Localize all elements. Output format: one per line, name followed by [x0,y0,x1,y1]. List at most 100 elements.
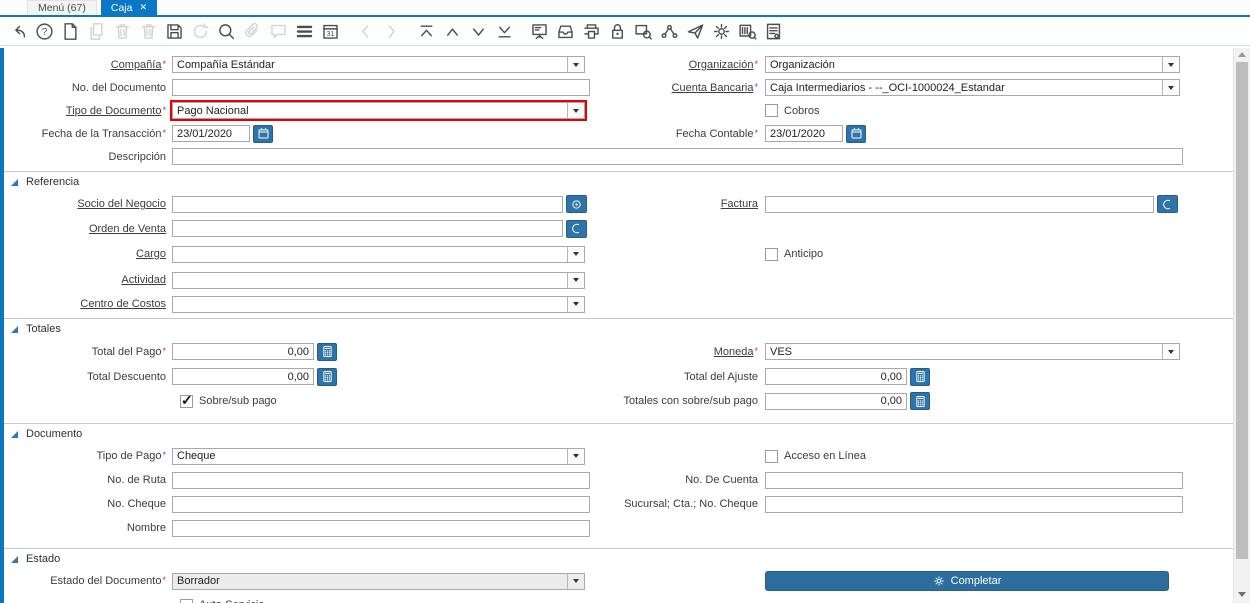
compania-select[interactable]: Compañía Estándar [172,56,585,73]
factura-search-button[interactable] [1157,195,1178,213]
tab-caja[interactable]: Caja ✕ [100,0,158,15]
grid-toggle-button[interactable] [291,19,317,43]
total-pago-calculator-button[interactable] [317,342,337,361]
collapse-icon[interactable] [11,555,18,563]
orden-venta-input[interactable] [172,220,563,237]
fecha-contable-label: Fecha Contable [675,127,754,140]
tipo-documento-select[interactable]: Pago Nacional [172,102,585,119]
no-cuenta-input[interactable] [765,471,1183,489]
actividad-select[interactable] [172,271,585,289]
find-button[interactable] [213,19,239,43]
form-button[interactable] [526,19,552,43]
fecha-transaccion-calendar-button[interactable] [253,124,273,143]
chevron-down-icon[interactable] [1162,344,1179,359]
vertical-scrollbar[interactable] [1233,48,1250,603]
centro-costos-label[interactable]: Centro de Costos [80,298,166,310]
chevron-down-icon[interactable] [1162,57,1179,72]
section-documento[interactable]: Documento [4,423,1233,444]
organizacion-label[interactable]: Organización [689,59,754,71]
organizacion-select[interactable]: Organización [765,56,1180,73]
moneda-label[interactable]: Moneda [714,346,754,358]
workflow-button[interactable] [656,19,682,43]
tab-menu[interactable]: Menú (67) [27,0,97,15]
chevron-down-icon[interactable] [567,272,584,288]
totales-sobre-calculator-button[interactable] [910,392,930,410]
moneda-select[interactable]: VES [765,343,1180,360]
orden-venta-search-button[interactable] [566,219,587,238]
first-record-button[interactable] [413,19,439,43]
close-icon[interactable]: ✕ [139,3,147,12]
cargo-label[interactable]: Cargo [136,248,166,260]
nombre-input[interactable] [172,519,590,537]
cobros-checkbox[interactable] [765,104,778,117]
descripcion-input[interactable] [172,148,1183,165]
zoom-across-button[interactable] [630,19,656,43]
collapse-icon[interactable] [11,325,18,333]
section-estado[interactable]: Estado [4,548,1233,569]
last-record-button[interactable] [491,19,517,43]
scroll-up-icon[interactable] [1234,48,1250,61]
fecha-contable-input[interactable] [765,125,843,142]
sobre-sub-pago-checkbox[interactable] [180,392,193,409]
cuenta-bancaria-label[interactable]: Cuenta Bancaria [672,82,754,94]
preferences-button[interactable] [708,19,734,43]
total-ajuste-input[interactable] [765,368,907,385]
chevron-down-icon[interactable] [567,296,584,312]
cargo-select[interactable] [172,245,585,263]
section-referencia[interactable]: Referencia [4,171,1233,192]
send-request-button[interactable] [682,19,708,43]
factura-input[interactable] [765,195,1154,213]
compania-label[interactable]: Compañía [111,59,162,71]
chevron-down-icon[interactable] [1162,80,1179,95]
tipo-documento-label[interactable]: Tipo de Documento [66,105,162,117]
report-button[interactable] [760,19,786,43]
no-documento-input[interactable] [172,79,590,96]
chevron-down-icon[interactable] [567,57,584,72]
scrollbar-thumb[interactable] [1236,62,1248,559]
collapse-icon[interactable] [11,178,18,186]
scroll-down-icon[interactable] [1234,588,1250,601]
collapse-icon[interactable] [11,430,18,438]
anticipo-checkbox[interactable] [765,247,778,261]
estado-documento-select[interactable]: Borrador [172,572,585,590]
process-icon [738,24,757,40]
chevron-down-icon[interactable] [567,246,584,262]
acceso-linea-checkbox[interactable] [765,449,778,463]
cuenta-bancaria-select[interactable]: Caja Intermediarios - --_OCI-1000024_Est… [765,79,1180,96]
lock-button[interactable] [604,19,630,43]
tipo-pago-select[interactable]: Cheque [172,447,585,465]
undo-button[interactable] [5,19,31,43]
process-button[interactable] [734,19,760,43]
save-button[interactable] [161,19,187,43]
factura-label[interactable]: Factura [721,198,758,210]
total-descuento-calculator-button[interactable] [317,367,337,386]
orden-venta-label[interactable]: Orden de Venta [89,223,166,235]
total-pago-input[interactable] [172,343,314,360]
next-record-button[interactable] [465,19,491,43]
archive-button[interactable] [552,19,578,43]
chevron-down-icon[interactable] [567,448,584,464]
fecha-contable-calendar-button[interactable] [846,124,866,143]
actividad-label[interactable]: Actividad [121,274,166,286]
no-cheque-input[interactable] [172,495,590,513]
no-ruta-input[interactable] [172,471,590,489]
auto-servicio-checkbox[interactable] [180,598,193,603]
socio-negocio-search-button[interactable] [566,195,587,213]
sucursal-input[interactable] [765,495,1183,513]
socio-negocio-label[interactable]: Socio del Negocio [77,198,166,210]
total-descuento-input[interactable] [172,368,314,385]
totales-sobre-input[interactable] [765,392,907,410]
fecha-transaccion-input[interactable] [172,125,250,142]
total-ajuste-calculator-button[interactable] [910,367,930,386]
help-button[interactable]: ? [31,19,57,43]
history-button[interactable]: 31 [317,19,343,43]
section-totales[interactable]: Totales [4,318,1233,339]
socio-negocio-input[interactable] [172,195,563,213]
chevron-down-icon[interactable] [567,103,584,118]
new-record-button[interactable] [57,19,83,43]
chevron-down-icon[interactable] [567,573,584,589]
previous-record-button[interactable] [439,19,465,43]
completar-button[interactable]: Completar [765,571,1169,591]
print-button[interactable] [578,19,604,43]
centro-costos-select[interactable] [172,295,585,313]
